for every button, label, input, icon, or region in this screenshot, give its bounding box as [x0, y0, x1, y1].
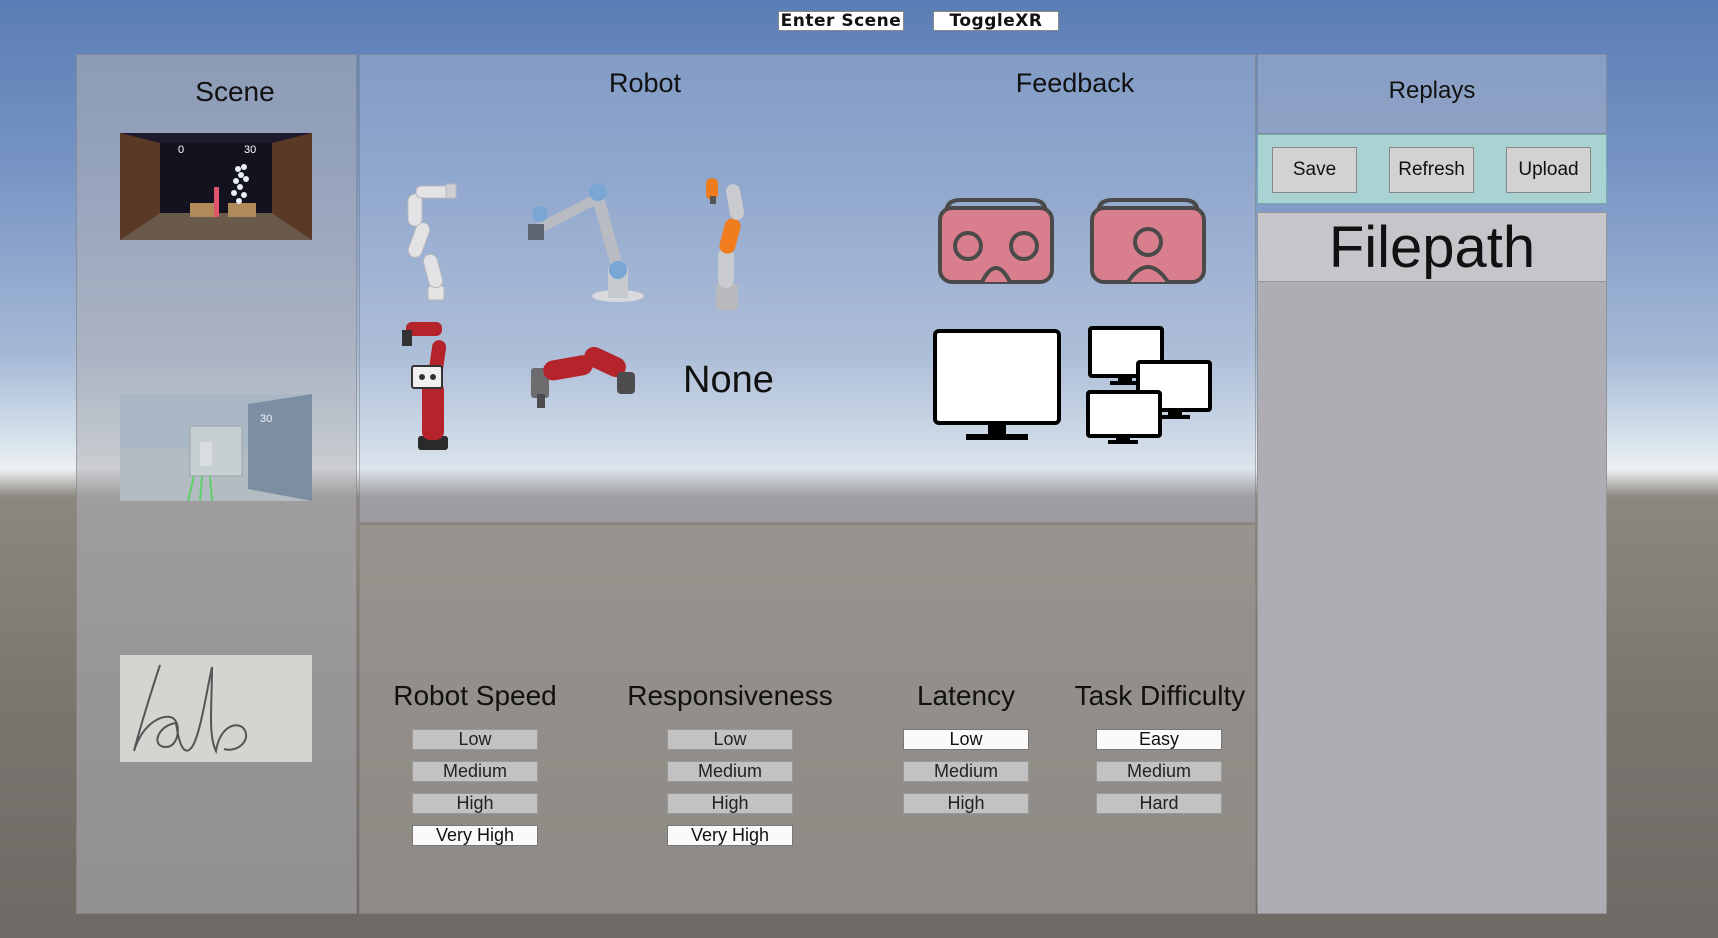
scene-thumb-shelf[interactable]: 0 30: [120, 133, 312, 240]
robot-option-none[interactable]: None: [683, 359, 774, 402]
refresh-button[interactable]: Refresh: [1389, 147, 1474, 193]
enter-scene-button[interactable]: Enter Scene: [778, 11, 904, 31]
task-difficulty-option-medium[interactable]: Medium: [1096, 761, 1222, 782]
latency-option-low[interactable]: Low: [903, 729, 1029, 750]
multi-monitor-icon[interactable]: [1084, 324, 1214, 451]
robot-option-kuka-arm[interactable]: [698, 174, 758, 317]
robot-speed-option-low[interactable]: Low: [412, 729, 538, 750]
filepath-header: Filepath: [1258, 213, 1606, 282]
latency-option-medium[interactable]: Medium: [903, 761, 1029, 782]
robot-speed-option-medium[interactable]: Medium: [412, 761, 538, 782]
parameters-panel: [359, 524, 1256, 914]
feedback-title: Feedback: [1015, 68, 1135, 98]
robot-speed-option-very-high[interactable]: Very High: [412, 825, 538, 846]
responsiveness-option-very-high[interactable]: Very High: [667, 825, 793, 846]
robot-title: Robot: [608, 68, 682, 98]
responsiveness-option-high[interactable]: High: [667, 793, 793, 814]
scene-score-left: 0: [178, 144, 184, 156]
scene-room-score: 30: [260, 413, 272, 425]
scene-title: Scene: [195, 76, 275, 107]
responsiveness-option-low[interactable]: Low: [667, 729, 793, 750]
robot-speed-title: Robot Speed: [393, 680, 557, 711]
scene-score-right: 30: [244, 144, 256, 156]
scene-thumb-room[interactable]: 30: [120, 394, 312, 501]
upload-button[interactable]: Upload: [1506, 147, 1591, 193]
robot-option-sawyer[interactable]: [400, 316, 472, 457]
task-difficulty-option-hard[interactable]: Hard: [1096, 793, 1222, 814]
vr-mono-icon[interactable]: [1088, 196, 1208, 291]
responsiveness-title: Responsiveness: [627, 680, 833, 711]
latency-title: Latency: [916, 680, 1016, 711]
robot-option-ur-arm[interactable]: [518, 172, 648, 311]
replays-list[interactable]: [1257, 212, 1607, 914]
save-button[interactable]: Save: [1272, 147, 1357, 193]
toggle-xr-button[interactable]: ToggleXR: [933, 11, 1059, 31]
latency-option-high[interactable]: High: [903, 793, 1029, 814]
robot-option-red-arm[interactable]: [527, 344, 647, 429]
replays-title: Replays: [1388, 77, 1476, 104]
scene-thumb-lab[interactable]: [120, 655, 312, 762]
robot-speed-option-high[interactable]: High: [412, 793, 538, 814]
task-difficulty-title: Task Difficulty: [1074, 680, 1246, 711]
robot-option-white-arm[interactable]: [402, 178, 462, 308]
task-difficulty-option-easy[interactable]: Easy: [1096, 729, 1222, 750]
vr-stereo-icon[interactable]: [936, 196, 1056, 291]
responsiveness-option-medium[interactable]: Medium: [667, 761, 793, 782]
monitor-icon[interactable]: [932, 328, 1062, 447]
